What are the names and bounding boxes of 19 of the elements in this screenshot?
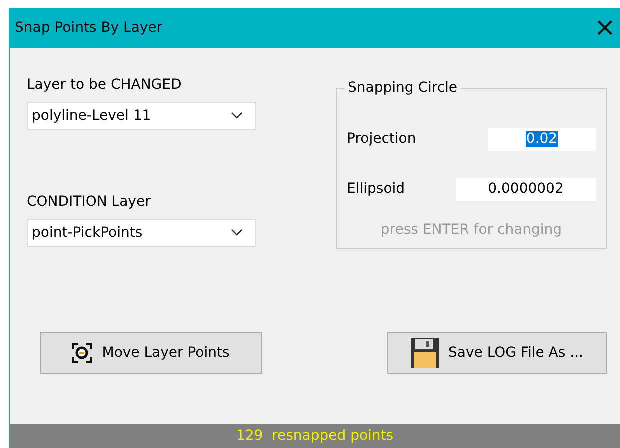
hint-text: press ENTER for changing — [380, 222, 564, 238]
save-button[interactable]: Save LOG File As ... — [387, 332, 607, 374]
number-field[interactable]: 0.0000002 — [456, 178, 596, 200]
target-icon — [72, 343, 92, 363]
chevron-icon — [231, 112, 243, 120]
window-title: Snap Points By Layer — [15, 20, 163, 36]
close-button[interactable]: × — [590, 15, 620, 41]
field-label: Layer to be CHANGED — [27, 77, 183, 93]
status-text: 129 resnapped points — [236, 428, 394, 444]
field-label: Projection — [347, 131, 416, 147]
group-title: Snapping Circle — [345, 80, 461, 96]
number-field[interactable]: 0.02 — [488, 128, 596, 150]
field-label: CONDITION Layer — [27, 194, 152, 210]
floppy-icon — [410, 338, 438, 368]
layer-dropdown[interactable]: point-PickPoints — [27, 219, 256, 247]
field-label: Ellipsoid — [347, 181, 406, 197]
move-button[interactable]: Move Layer Points — [40, 332, 262, 374]
chevron-icon — [231, 229, 243, 237]
layer-dropdown[interactable]: polyline-Level 11 — [27, 102, 256, 130]
